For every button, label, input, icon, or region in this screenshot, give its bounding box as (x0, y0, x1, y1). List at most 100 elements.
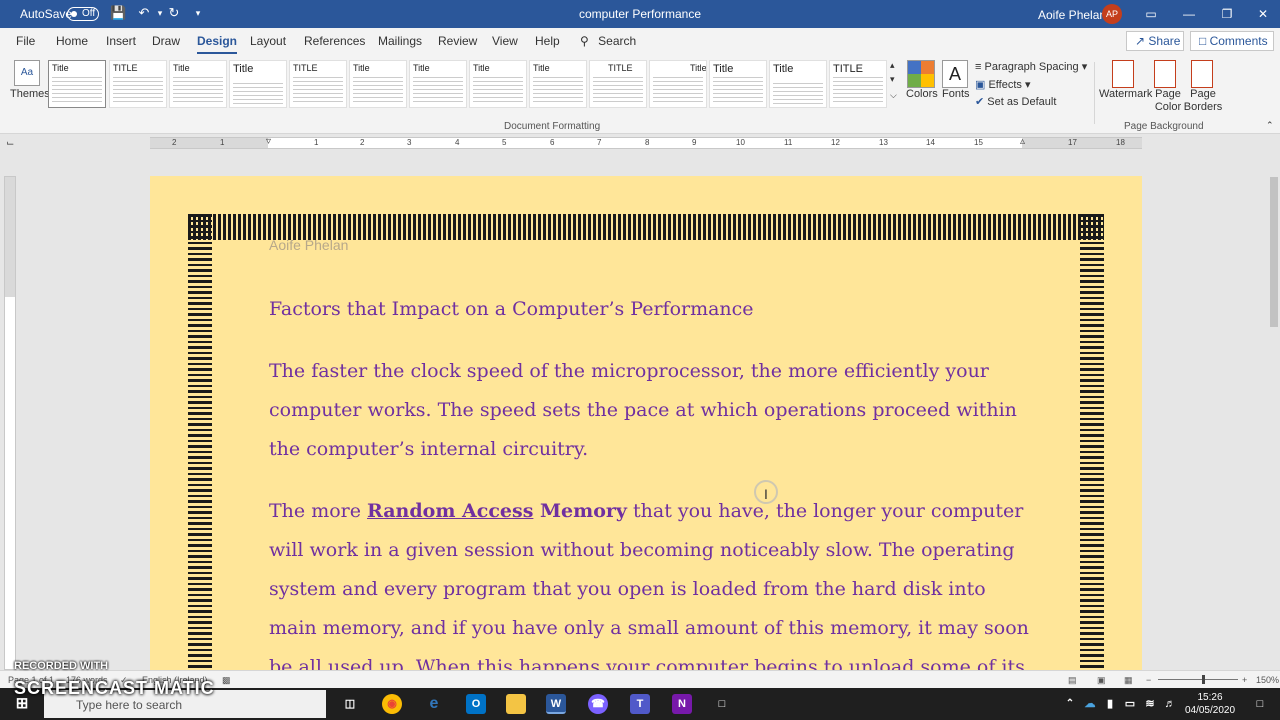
chrome-icon[interactable]: ◉ (382, 694, 402, 714)
undo-icon[interactable]: ↶ (136, 5, 152, 21)
zoom-slider-thumb[interactable] (1202, 675, 1205, 684)
wifi-icon[interactable]: ≋ (1140, 694, 1160, 714)
paragraph[interactable]: The more Random Access Memory that you h… (269, 492, 1029, 670)
check-icon: ✔ (975, 96, 985, 108)
taskbar-clock[interactable]: 15:26 04/05/2020 (1182, 691, 1238, 717)
style-set-thumb[interactable]: Title (409, 60, 467, 108)
paragraph[interactable]: The faster the clock speed of the microp… (269, 352, 1029, 469)
tab-stop-selector-icon[interactable]: ⌙ (6, 138, 14, 149)
avatar[interactable]: AP (1102, 4, 1122, 24)
tab-help[interactable]: Help (535, 34, 560, 48)
fonts-icon[interactable]: A (942, 60, 968, 88)
themes-icon[interactable]: Aa (14, 60, 40, 86)
minimize-icon[interactable]: — (1174, 5, 1204, 23)
document-heading[interactable]: Factors that Impact on a Computer’s Perf… (269, 290, 1029, 329)
autosave-toggle[interactable]: Off (67, 7, 99, 21)
set-as-default-button[interactable]: ✔ Set as Default (975, 95, 1056, 108)
style-set-thumb[interactable]: Title (349, 60, 407, 108)
zoom-in-icon[interactable]: + (1242, 675, 1247, 685)
style-set-thumb[interactable]: TITLE (109, 60, 167, 108)
style-set-thumb[interactable]: Title (769, 60, 827, 108)
fonts-label[interactable]: Fonts (942, 88, 970, 100)
search-tab[interactable]: ⚲ Search (580, 34, 636, 48)
read-mode-icon[interactable]: ▤ (1068, 675, 1077, 686)
tab-view[interactable]: View (492, 34, 518, 48)
tab-mailings[interactable]: Mailings (378, 34, 422, 48)
tray-expand-icon[interactable]: ⌃ (1060, 694, 1080, 714)
style-set-thumb[interactable]: TITLE (589, 60, 647, 108)
outlook-icon[interactable]: O (466, 694, 486, 714)
themes-label[interactable]: Themes (10, 88, 50, 100)
viber-icon[interactable]: ☎ (588, 694, 608, 714)
share-button[interactable]: ↗ Share (1126, 31, 1184, 51)
zoom-slider[interactable] (1158, 679, 1238, 680)
vertical-ruler[interactable] (4, 176, 16, 670)
page-color-label[interactable]: Page Color (1150, 88, 1186, 114)
notification-icon[interactable]: □ (1250, 694, 1270, 714)
page-header[interactable]: Aoife Phelan (269, 237, 348, 253)
watermark-icon[interactable] (1112, 60, 1134, 88)
tab-home[interactable]: Home (56, 34, 88, 48)
indent-marker-icon[interactable]: ▿ (266, 136, 271, 147)
customize-toolbar-icon[interactable]: ▾ (190, 5, 206, 21)
tab-insert[interactable]: Insert (106, 34, 136, 48)
tab-layout[interactable]: Layout (250, 34, 286, 48)
right-indent-marker-icon[interactable]: ▵ (1020, 136, 1025, 147)
redo-icon[interactable]: ↻ (166, 5, 182, 21)
edge-icon[interactable]: e (424, 694, 444, 714)
page-borders-label[interactable]: Page Borders (1183, 88, 1223, 114)
vertical-scrollbar[interactable] (1268, 137, 1280, 670)
onedrive-icon[interactable]: ☁ (1080, 694, 1100, 714)
style-set-thumb[interactable]: Title (529, 60, 587, 108)
style-set-thumb[interactable]: Title (709, 60, 767, 108)
effects-button[interactable]: ▣ Effects ▾ (975, 78, 1030, 91)
hyperlink[interactable]: Random Access (367, 500, 533, 522)
comments-button[interactable]: □ Comments (1190, 31, 1274, 51)
restore-icon[interactable]: ❐ (1212, 5, 1242, 23)
battery-icon[interactable]: ▭ (1120, 694, 1140, 714)
tab-references[interactable]: References (304, 34, 365, 48)
usb-icon[interactable]: ▮ (1100, 694, 1120, 714)
scrollbar-thumb[interactable] (1270, 177, 1278, 327)
snip-icon[interactable]: □ (712, 694, 732, 714)
tab-review[interactable]: Review (438, 34, 477, 48)
style-set-thumb[interactable]: Title (469, 60, 527, 108)
gallery-scroll-down-icon[interactable]: ▾ (890, 74, 895, 85)
zoom-out-icon[interactable]: − (1146, 675, 1151, 685)
file-explorer-icon[interactable] (506, 694, 526, 714)
colors-icon[interactable] (907, 60, 935, 88)
colors-label[interactable]: Colors (906, 88, 938, 100)
volume-icon[interactable]: ♬ (1160, 694, 1180, 714)
style-set-thumb[interactable]: Title (649, 60, 707, 108)
tab-design[interactable]: Design (197, 34, 238, 54)
tab-file[interactable]: File (16, 34, 35, 48)
web-layout-icon[interactable]: ▦ (1124, 675, 1133, 686)
style-set-thumb[interactable]: TITLE (289, 60, 347, 108)
paragraph-spacing-button[interactable]: ≡ Paragraph Spacing ▾ (975, 60, 1087, 73)
horizontal-ruler[interactable]: 2 1 ▿ 1 2 3 4 5 6 7 8 9 10 11 12 13 14 1… (150, 136, 1142, 149)
style-set-thumb[interactable]: TITLE (829, 60, 887, 108)
task-view-icon[interactable]: ◫ (340, 694, 360, 714)
user-name[interactable]: Aoife Phelan (1038, 8, 1106, 22)
onenote-icon[interactable]: N (672, 694, 692, 714)
style-set-thumb[interactable]: Title (48, 60, 106, 108)
macro-icon[interactable]: ▩ (222, 675, 231, 686)
gallery-more-icon[interactable]: ⌵ (890, 90, 897, 101)
document-page[interactable]: Aoife Phelan Factors that Impact on a Co… (150, 176, 1142, 670)
save-icon[interactable]: 💾 (110, 5, 126, 21)
tab-draw[interactable]: Draw (152, 34, 180, 48)
ribbon-display-icon[interactable]: ▭ (1136, 5, 1166, 23)
zoom-level[interactable]: 150% (1256, 675, 1279, 685)
watermark-label[interactable]: Watermark (1099, 88, 1152, 100)
word-icon[interactable]: W (546, 694, 566, 714)
teams-icon[interactable]: T (630, 694, 650, 714)
page-background-group-label: Page Background (1124, 121, 1204, 132)
print-layout-icon[interactable]: ▣ (1097, 675, 1106, 686)
gallery-scroll-up-icon[interactable]: ▴ (890, 60, 895, 71)
style-set-thumb[interactable]: Title (229, 60, 287, 108)
collapse-ribbon-icon[interactable]: ⌃ (1266, 120, 1274, 131)
style-set-thumb[interactable]: Title (169, 60, 227, 108)
page-color-icon[interactable] (1154, 60, 1176, 88)
close-icon[interactable]: ✕ (1248, 5, 1278, 23)
page-borders-icon[interactable] (1191, 60, 1213, 88)
